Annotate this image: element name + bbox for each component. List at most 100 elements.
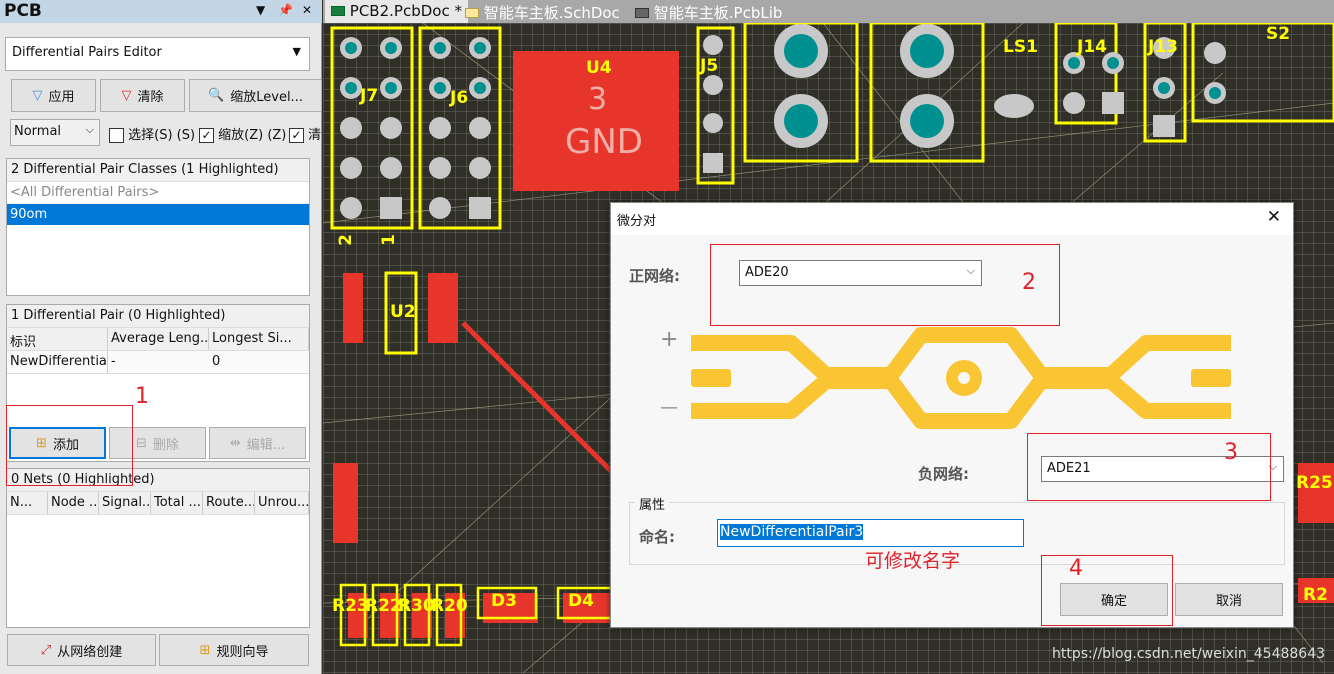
apply-button[interactable]: ▽ 应用 [11,79,96,112]
designator-r2: R2 [1303,585,1328,605]
designator-r30: R30 [398,596,435,616]
cell: - [111,354,116,369]
dropdown-arrow-icon: ▼ [292,45,301,58]
col-header[interactable]: Unrou... [255,492,309,514]
close-icon[interactable]: ✕ [1267,207,1281,227]
col-header[interactable]: 标识 [7,328,108,350]
designator-d3: D3 [491,591,517,611]
tab-label: 智能车主板.PcbLib [653,4,783,22]
negative-net-label: 负网络: [918,465,969,483]
dialog-title: 微分对 [617,214,657,229]
pcb-doc-icon [331,6,345,16]
plus-sign: + [660,327,679,352]
pairs-columns: 标识 Average Leng... Longest Si... [7,328,309,351]
class-item-90om[interactable]: 90om [7,204,309,225]
col-header[interactable]: Total ... [151,492,203,514]
pairs-header: 1 Differential Pair (0 Highlighted) [7,305,309,328]
clear-checkbox[interactable]: ✓ 清 [289,124,321,143]
minus-sign: — [660,397,678,418]
annotation-box-2 [710,244,1060,326]
checkbox[interactable] [109,128,124,143]
designator-j6: J6 [450,88,469,108]
designator-j5: J5 [700,56,719,76]
col-header[interactable]: Signal... [99,492,151,514]
col-header[interactable]: Longest Si... [209,328,309,350]
wizard-icon: ⊞ [199,642,211,658]
panel-menu-icon[interactable]: ▼ [256,3,265,17]
tab-pcblib[interactable]: 智能车主板.PcbLib [629,0,788,23]
designator-r20: R20 [431,596,468,616]
magnifier-icon: 🔍 [208,88,225,103]
clear-button[interactable]: ▽ 清除 [100,79,185,112]
pcb-panel: PCB ▼ 📌 ✕ Differential Pairs Editor ▼ ▽ 应用… [0,0,322,674]
table-row[interactable]: NewDifferentialPair- 0 [7,351,309,374]
designator-r22: R22 [365,596,402,616]
name-label: 命名: [639,528,675,546]
tab-label: PCB2.PcbDoc * [349,2,462,20]
edit-button[interactable]: ⇹ 编辑... [209,427,306,459]
nets-list: 0 Nets (0 Highlighted) N... Node ... Signa… [6,468,310,628]
tab-label: 智能车主板.SchDoc [483,4,620,22]
clear-filter-icon: ▽ [121,88,132,103]
watermark: https://blog.csdn.net/weixin_45488643 [1052,646,1326,662]
u4-pad-number: 3 [588,82,608,117]
pin-label-2: 2 [335,234,356,246]
pcblib-icon [635,8,649,18]
designator-j14: J14 [1077,37,1107,57]
designator-r25: R25 [1296,473,1333,493]
u4-net-gnd: GND [565,122,643,162]
designator-j13: J13 [1148,37,1178,57]
create-from-nets-button[interactable]: ⤢ 从网络创建 [7,634,156,666]
select-checkbox[interactable]: 选择(S) (S) [109,124,195,143]
annotation-note: 可修改名字 [865,550,961,572]
close-icon[interactable]: ✕ [302,3,312,17]
designator-r23: R23 [332,596,369,616]
document-tabs: PCB2.PcbDoc * 智能车主板.SchDoc 智能车主板.PcbLib [323,0,1334,23]
filter-icon: ▽ [32,88,43,103]
net-icon: ⤢ [40,642,52,658]
properties-group-label: 属性 [635,494,670,513]
edit-icon: ⇹ [229,435,241,451]
checkbox[interactable]: ✓ [289,128,304,143]
col-header[interactable]: Node ... [48,492,99,514]
classes-list: 2 Differential Pair Classes (1 Highlight… [6,158,310,296]
differential-pair-diagram [691,327,1231,429]
tab-schdoc[interactable]: 智能车主板.SchDoc [459,0,626,23]
panel-title: PCB ▼ 📌 ✕ [0,0,322,23]
positive-net-label: 正网络: [629,267,680,285]
filter-mode-select[interactable]: Normal ⌵ [10,119,100,146]
chevron-down-icon: ⌵ [85,123,94,136]
cell: 0 [212,354,221,369]
class-item-all[interactable]: <All Differential Pairs> [7,182,309,204]
annotation-box-1 [6,405,133,486]
zoom-level-button[interactable]: 🔍 缩放Level... [189,79,322,112]
zoom-checkbox[interactable]: ✓ 缩放(Z) (Z) [199,124,286,143]
col-header[interactable]: Route... [203,492,255,514]
col-header[interactable]: N... [7,492,48,514]
annotation-2: 2 [1022,270,1036,295]
designator-j7: J7 [360,86,379,106]
designator-u2: U2 [390,302,416,322]
checkbox[interactable]: ✓ [199,128,214,143]
mode-select[interactable]: Differential Pairs Editor ▼ [5,37,310,71]
tab-pcb2[interactable]: PCB2.PcbDoc * [325,0,468,23]
annotation-4: 4 [1069,556,1083,581]
designator-d4: D4 [568,591,594,611]
col-header[interactable]: Average Leng... [108,328,209,350]
annotation-1: 1 [135,384,149,409]
name-input[interactable]: NewDifferentialPair3 [717,519,1024,547]
annotation-box-4 [1041,555,1173,626]
rule-wizard-button[interactable]: ⊞ 规则向导 [159,634,309,666]
nets-columns: N... Node ... Signal... Total ... Route... Un… [7,492,309,515]
designator-ls1: LS1 [1003,37,1038,57]
cancel-button[interactable]: 取消 [1175,583,1283,616]
pin-label-1: 1 [378,234,399,246]
sch-doc-icon [465,8,479,18]
designator-s2: S2 [1266,24,1291,44]
annotation-3: 3 [1224,440,1238,465]
delete-icon: ⊟ [136,435,147,451]
dialog-title-bar: 微分对 ✕ [611,203,1293,235]
classes-header: 2 Differential Pair Classes (1 Highlight… [7,159,309,182]
pin-icon[interactable]: 📌 [278,3,293,17]
cell: NewDifferentialPair [7,351,108,373]
